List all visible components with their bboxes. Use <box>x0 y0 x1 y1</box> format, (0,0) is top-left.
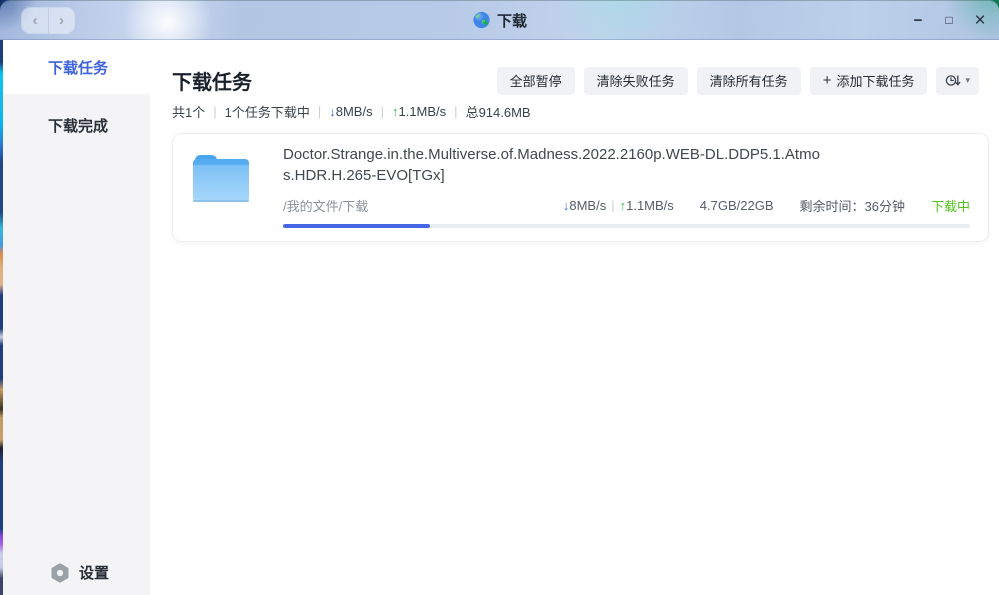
separator: | <box>611 198 614 213</box>
up-speed-value: 1.1MB/s <box>398 104 446 119</box>
add-task-label: 添加下载任务 <box>836 71 914 90</box>
sort-by-time-icon <box>945 73 962 88</box>
clear-all-button[interactable]: 清除所有任务 <box>697 67 801 95</box>
pause-all-button[interactable]: 全部暂停 <box>497 67 575 95</box>
app-body: 下载任务 下载完成 设置 下载任务 全 <box>0 40 999 595</box>
active-task-count: 1个任务下载中 <box>225 102 310 121</box>
folder-icon <box>191 151 251 228</box>
chevron-right-icon: › <box>59 12 64 29</box>
task-filename: Doctor.Strange.in.the.Multiverse.of.Madn… <box>283 144 823 186</box>
separator: | <box>213 104 216 119</box>
back-button[interactable]: ‹ <box>22 8 48 33</box>
task-down-speed-value: 8MB/s <box>569 198 606 213</box>
main-header: 下载任务 全部暂停 清除失败任务 清除所有任务 + 添加下载任务 <box>150 40 999 95</box>
down-speed-value: 8MB/s <box>336 104 373 119</box>
toolbar: 全部暂停 清除失败任务 清除所有任务 + 添加下载任务 <box>497 67 979 95</box>
settings-button[interactable]: 设置 <box>50 562 109 583</box>
titlebar: ‹ › 下载 − □ × <box>0 0 999 40</box>
close-button[interactable]: × <box>973 11 987 30</box>
task-path: /我的文件/下载 <box>283 196 368 215</box>
forward-button[interactable]: › <box>48 8 74 33</box>
separator: | <box>454 104 457 119</box>
task-remaining-time: 剩余时间：36分钟 <box>800 196 905 215</box>
chevron-left-icon: ‹ <box>33 12 38 29</box>
globe-download-icon <box>472 11 490 29</box>
task-down-speed: ↓8MB/s <box>563 198 606 213</box>
app-window: ‹ › 下载 − □ × <box>0 0 999 595</box>
window-controls: − □ × <box>911 0 987 40</box>
add-download-task-button[interactable]: + 添加下载任务 <box>810 67 928 95</box>
nav-button-group: ‹ › <box>22 8 74 33</box>
sidebar: 下载任务 下载完成 设置 <box>0 40 150 595</box>
task-status-badge: 下载中 <box>931 196 970 215</box>
page-title: 下载任务 <box>172 66 252 95</box>
sidebar-item-label: 下载完成 <box>48 115 108 136</box>
task-details: Doctor.Strange.in.the.Multiverse.of.Madn… <box>283 144 970 228</box>
window-title: 下载 <box>497 10 527 31</box>
pause-all-label: 全部暂停 <box>510 71 562 90</box>
sort-order-button[interactable]: ▾ <box>936 67 979 95</box>
minimize-button[interactable]: − <box>911 13 925 28</box>
clear-failed-button[interactable]: 清除失败任务 <box>584 67 688 95</box>
stats-line: 共1个 | 1个任务下载中 | ↓8MB/s | ↑1.1MB/s | 总914… <box>172 102 999 121</box>
global-down-speed: ↓8MB/s <box>329 104 372 119</box>
sidebar-item-label: 下载任务 <box>48 57 108 78</box>
caret-down-icon: ▾ <box>965 75 970 86</box>
separator: | <box>318 104 321 119</box>
task-up-speed: ↑1.1MB/s <box>620 198 674 213</box>
download-task-row[interactable]: Doctor.Strange.in.the.Multiverse.of.Madn… <box>172 133 989 242</box>
settings-label: 设置 <box>79 562 109 583</box>
maximize-button[interactable]: □ <box>942 14 956 26</box>
main-content: 下载任务 全部暂停 清除失败任务 清除所有任务 + 添加下载任务 <box>150 40 999 595</box>
gear-icon <box>50 563 70 583</box>
clear-all-label: 清除所有任务 <box>710 71 788 90</box>
task-up-speed-value: 1.1MB/s <box>626 198 674 213</box>
plus-icon: + <box>823 73 832 88</box>
global-up-speed: ↑1.1MB/s <box>392 104 446 119</box>
window-title-group: 下载 <box>472 0 527 40</box>
separator: | <box>381 104 384 119</box>
sidebar-item-download-tasks[interactable]: 下载任务 <box>0 40 150 94</box>
progress-bar <box>283 224 970 228</box>
task-speeds: ↓8MB/s | ↑1.1MB/s <box>563 198 674 213</box>
task-size: 4.7GB/22GB <box>700 198 774 213</box>
progress-fill <box>283 224 430 228</box>
task-meta-right: ↓8MB/s | ↑1.1MB/s 4.7GB/22GB 剩余时间：36分钟 下… <box>563 196 970 215</box>
total-size: 总914.6MB <box>466 102 531 121</box>
clear-failed-label: 清除失败任务 <box>597 71 675 90</box>
sidebar-item-download-complete[interactable]: 下载完成 <box>0 94 150 156</box>
task-count: 共1个 <box>172 102 205 121</box>
task-meta-row: /我的文件/下载 ↓8MB/s | ↑1.1MB/s 4.7GB/22GB 剩余… <box>283 196 970 215</box>
